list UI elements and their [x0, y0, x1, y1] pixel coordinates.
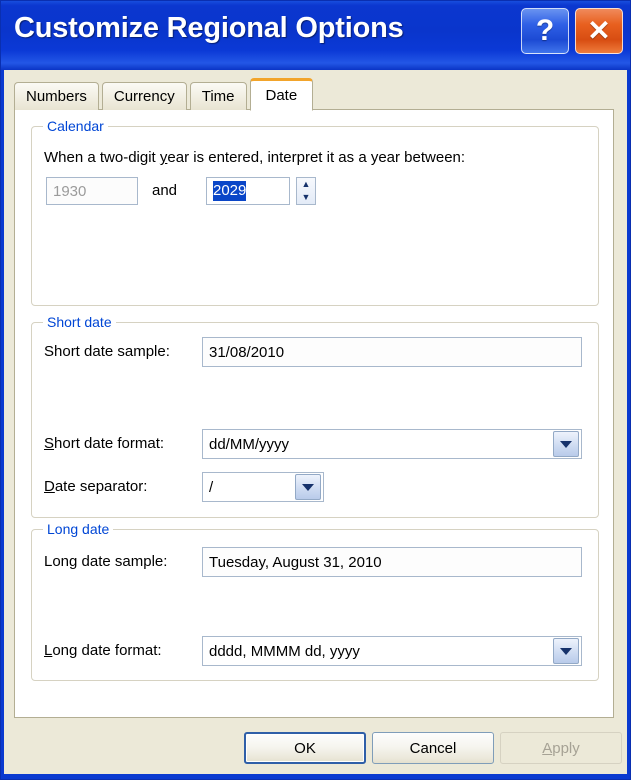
year-low-value: 1930	[53, 182, 87, 200]
tab-page-date: Calendar When a two-digit year is entere…	[14, 109, 614, 718]
tab-currency[interactable]: Currency	[101, 82, 187, 110]
instruction-part-1: When a two-digit	[44, 149, 160, 166]
customize-regional-options-dialog: Customize Regional Options ? ✕ Numbers C…	[0, 0, 631, 780]
chevron-down-icon[interactable]	[295, 474, 321, 500]
tab-date[interactable]: Date	[249, 78, 314, 111]
apply-label-rest: pply	[552, 739, 580, 757]
tab-time-label: Time	[201, 88, 235, 105]
window-title: Customize Regional Options	[14, 12, 404, 44]
date-separator-label-rest: ate separator:	[54, 478, 148, 495]
tab-time[interactable]: Time	[189, 82, 247, 110]
tab-numbers[interactable]: Numbers	[14, 82, 99, 110]
long-date-format-label: Long date format:	[44, 642, 162, 659]
tab-strip: Numbers Currency Time Date	[14, 78, 316, 111]
short-date-format-combo[interactable]: dd/MM/yyyy	[202, 429, 582, 459]
long-date-sample-field: Tuesday, August 31, 2010	[202, 547, 582, 577]
short-date-sample-value: 31/08/2010	[209, 343, 285, 361]
short-date-format-label: Short date format:	[44, 435, 164, 452]
ok-button-label: OK	[294, 739, 316, 757]
help-button[interactable]: ?	[521, 8, 569, 54]
close-button[interactable]: ✕	[575, 8, 623, 54]
long-date-sample-value: Tuesday, August 31, 2010	[209, 553, 382, 571]
date-separator-label: Date separator:	[44, 478, 147, 495]
date-separator-value: /	[209, 478, 214, 496]
short-date-group-legend: Short date	[43, 314, 116, 330]
spinner-up-icon[interactable]: ▲	[297, 178, 315, 191]
dialog-body: Numbers Currency Time Date Calendar When…	[4, 70, 627, 774]
instruction-part-2: ear is entered, interpret it as a year b…	[167, 149, 466, 166]
spinner-down-icon[interactable]: ▼	[297, 191, 315, 204]
short-date-format-label-rest: hort date format:	[54, 435, 165, 452]
cancel-button-label: Cancel	[409, 739, 457, 757]
long-date-group-legend: Long date	[43, 521, 114, 537]
and-label: and	[152, 182, 178, 199]
calendar-group-legend: Calendar	[43, 118, 108, 134]
date-separator-combo[interactable]: /	[202, 472, 324, 502]
close-icon: ✕	[587, 15, 611, 46]
tab-currency-label: Currency	[113, 88, 175, 105]
date-separator-accel: D	[44, 478, 55, 495]
ok-button[interactable]: OK	[244, 732, 366, 764]
question-mark-icon: ?	[535, 14, 555, 47]
long-date-format-value: dddd, MMMM dd, yyyy	[209, 642, 360, 660]
year-high-value: 2029	[213, 181, 247, 201]
apply-button-label: Apply	[542, 740, 580, 757]
long-date-format-label-rest: ong date format:	[52, 642, 162, 659]
chevron-down-icon[interactable]	[553, 638, 579, 664]
year-low-field[interactable]: 1930	[46, 177, 138, 205]
dialog-footer: OK Cancel Apply	[4, 718, 627, 774]
short-date-format-accel: S	[44, 435, 55, 452]
cancel-button[interactable]: Cancel	[372, 732, 494, 764]
tab-numbers-label: Numbers	[26, 88, 87, 105]
short-date-sample-field: 31/08/2010	[202, 337, 582, 367]
caption-button-group: ? ✕	[521, 8, 623, 54]
year-high-field[interactable]: 2029	[206, 177, 290, 205]
year-high-spinner[interactable]: ▲ ▼	[296, 177, 316, 205]
long-date-format-combo[interactable]: dddd, MMMM dd, yyyy	[202, 636, 582, 666]
two-digit-year-instruction: When a two-digit year is entered, interp…	[44, 149, 465, 166]
chevron-down-icon[interactable]	[553, 431, 579, 457]
apply-button: Apply	[500, 732, 622, 764]
short-date-sample-label: Short date sample:	[44, 343, 170, 360]
short-date-group: Short date Short date sample: 31/08/2010…	[31, 314, 599, 518]
tab-date-label: Date	[265, 87, 298, 104]
apply-accel: A	[542, 739, 553, 757]
long-date-group: Long date Long date sample: Tuesday, Aug…	[31, 521, 599, 681]
title-bar: Customize Regional Options ? ✕	[0, 0, 631, 70]
calendar-group: Calendar When a two-digit year is entere…	[31, 118, 599, 306]
short-date-format-value: dd/MM/yyyy	[209, 435, 290, 453]
long-date-sample-label: Long date sample:	[44, 553, 168, 570]
